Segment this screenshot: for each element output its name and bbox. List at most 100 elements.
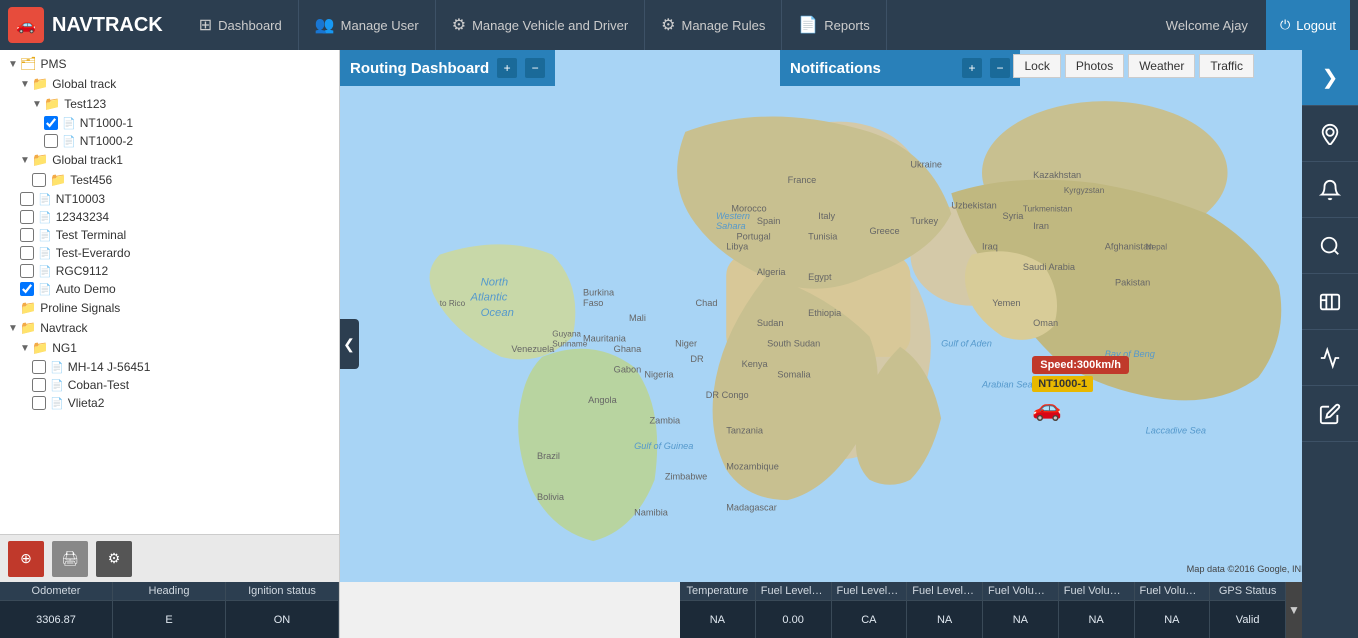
sidebar-btn-print[interactable]: 🖨 xyxy=(52,541,88,577)
rc-edit-button[interactable] xyxy=(1302,386,1358,442)
global-track1-arrow: ▼ xyxy=(20,155,32,166)
auto-demo-file-icon: 📄 xyxy=(38,283,52,296)
sidebar-item-vlieta2[interactable]: 📄 Vlieta2 xyxy=(0,394,339,412)
test456-folder-icon: 📁 xyxy=(50,172,66,188)
bs-fuelv3: Fuel Volume 3 (Lt NA xyxy=(1135,582,1211,638)
sidebar-item-test456[interactable]: 📁 Test456 xyxy=(0,170,339,190)
nav-dashboard[interactable]: ⊞ Dashboard xyxy=(183,0,299,50)
ng1-arrow: ▼ xyxy=(20,343,32,354)
test-everardo-checkbox[interactable] xyxy=(20,246,34,260)
sidebar-item-global-track[interactable]: ▼ 📁 Global track xyxy=(0,74,339,94)
traffic-button[interactable]: Traffic xyxy=(1199,54,1254,78)
routing-dashboard-plus[interactable]: + xyxy=(497,58,517,78)
svg-text:Niger: Niger xyxy=(675,339,697,349)
sidebar-item-test-terminal[interactable]: 📄 Test Terminal xyxy=(0,226,339,244)
sidebar-item-navtrack[interactable]: ▼ 📁 Navtrack xyxy=(0,318,339,338)
nt1000-2-label: NT1000-2 xyxy=(80,134,133,148)
nt1000-1-checkbox[interactable] xyxy=(44,116,58,130)
routing-dashboard-minus[interactable]: − xyxy=(525,58,545,78)
nt1000-1-file-icon: 📄 xyxy=(62,117,76,130)
sidebar-bottom-buttons: ⊕ 🖨 ⚙ xyxy=(0,534,339,582)
svg-text:Sudan: Sudan xyxy=(757,318,784,328)
svg-text:Brazil: Brazil xyxy=(537,451,560,461)
sidebar-item-test-everardo[interactable]: 📄 Test-Everardo xyxy=(0,244,339,262)
map-background: France Italy Greece Turkey Uzbekistan Ka… xyxy=(340,50,1358,582)
test123-folder-icon: 📁 xyxy=(44,96,60,112)
map-container[interactable]: France Italy Greece Turkey Uzbekistan Ka… xyxy=(340,50,1358,638)
nav-reports[interactable]: 📄 Reports xyxy=(782,0,886,50)
navtrack-folder-icon: 📁 xyxy=(20,320,36,336)
sidebar-item-nt1000-1[interactable]: 📄 NT1000-1 xyxy=(0,114,339,132)
sidebar-item-auto-demo[interactable]: 📄 Auto Demo xyxy=(0,280,339,298)
svg-text:Gabon: Gabon xyxy=(614,364,642,374)
12343234-checkbox[interactable] xyxy=(20,210,34,224)
bs-fuelv1-value: NA xyxy=(983,601,1058,638)
global-track1-folder-icon: 📁 xyxy=(32,152,48,168)
ss-ignition-header: Ignition status xyxy=(226,582,338,601)
bs-fuelv3-header: Fuel Volume 3 (Lt xyxy=(1135,582,1210,601)
sidebar-item-global-track1[interactable]: ▼ 📁 Global track1 xyxy=(0,150,339,170)
bs-fuel2: Fuel Level 2 (%) CA xyxy=(832,582,908,638)
sidebar-item-rgc9112[interactable]: 📄 RGC9112 xyxy=(0,262,339,280)
sidebar-btn-settings[interactable]: ⚙ xyxy=(96,541,132,577)
notifications-plus[interactable]: + xyxy=(962,58,982,78)
svg-text:South Sudan: South Sudan xyxy=(767,339,820,349)
sidebar-item-nt1000-2[interactable]: 📄 NT1000-2 xyxy=(0,132,339,150)
bs-scroll-btn[interactable]: ▼ xyxy=(1286,582,1302,638)
svg-text:Atlantic: Atlantic xyxy=(469,292,507,304)
test456-checkbox[interactable] xyxy=(32,173,46,187)
rc-chart-button[interactable] xyxy=(1302,330,1358,386)
sidebar-btn-red[interactable]: ⊕ xyxy=(8,541,44,577)
test-everardo-file-icon: 📄 xyxy=(38,247,52,260)
sidebar-item-mh14[interactable]: 📄 MH-14 J-56451 xyxy=(0,358,339,376)
navtrack-arrow: ▼ xyxy=(8,323,20,334)
svg-text:Morocco: Morocco xyxy=(731,204,766,214)
rc-search-button[interactable] xyxy=(1302,218,1358,274)
svg-text:Nepal: Nepal xyxy=(1146,243,1168,252)
test-terminal-checkbox[interactable] xyxy=(20,228,34,242)
bs-temperature-header: Temperature xyxy=(680,582,755,601)
bs-fuelv1: Fuel Volume 1 (Lt NA xyxy=(983,582,1059,638)
bs-fuelv1-header: Fuel Volume 1 (Lt xyxy=(983,582,1058,601)
lock-button[interactable]: Lock xyxy=(1013,54,1060,78)
nav-manage-vehicle[interactable]: ⚙ Manage Vehicle and Driver xyxy=(436,0,645,50)
logout-button[interactable]: ⏻ Logout xyxy=(1266,0,1350,50)
nt1000-2-checkbox[interactable] xyxy=(44,134,58,148)
sidebar-item-test123[interactable]: ▼ 📁 Test123 xyxy=(0,94,339,114)
weather-button[interactable]: Weather xyxy=(1128,54,1195,78)
svg-text:Map data ©2016 Google, INEG: Map data ©2016 Google, INEG xyxy=(1187,564,1315,574)
auto-demo-checkbox[interactable] xyxy=(20,282,34,296)
sidebar-item-proline[interactable]: 📁 Proline Signals xyxy=(0,298,339,318)
rc-bell-button[interactable] xyxy=(1302,162,1358,218)
photos-button[interactable]: Photos xyxy=(1065,54,1124,78)
nav-manage-user[interactable]: 👥 Manage User xyxy=(299,0,436,50)
nt10003-checkbox[interactable] xyxy=(20,192,34,206)
svg-text:Mali: Mali xyxy=(629,313,646,323)
sidebar-item-coban[interactable]: 📄 Coban-Test xyxy=(0,376,339,394)
rc-arrow-button[interactable]: ❯ xyxy=(1302,50,1358,106)
collapse-arrow[interactable]: ❮ xyxy=(340,319,359,369)
sidebar-item-12343234[interactable]: 📄 12343234 xyxy=(0,208,339,226)
svg-text:Ghana: Ghana xyxy=(614,344,642,354)
svg-text:Sahara: Sahara xyxy=(716,221,746,231)
svg-text:Algeria: Algeria xyxy=(757,267,786,277)
svg-text:Arabian Sea: Arabian Sea xyxy=(981,380,1033,390)
svg-text:Zimbabwe: Zimbabwe xyxy=(665,472,707,482)
notifications-minus[interactable]: − xyxy=(990,58,1010,78)
rgc9112-checkbox[interactable] xyxy=(20,264,34,278)
sidebar-item-nt10003[interactable]: 📄 NT10003 xyxy=(0,190,339,208)
rc-location-button[interactable] xyxy=(1302,106,1358,162)
test-terminal-file-icon: 📄 xyxy=(38,229,52,242)
svg-text:Yemen: Yemen xyxy=(992,298,1020,308)
nav-manage-rules[interactable]: ⚙ Manage Rules xyxy=(645,0,782,50)
vlieta2-checkbox[interactable] xyxy=(32,396,46,410)
rc-ruler-button[interactable] xyxy=(1302,274,1358,330)
app-logo: 🚗 NAVTRACK xyxy=(8,7,163,43)
sidebar-item-ng1[interactable]: ▼ 📁 NG1 xyxy=(0,338,339,358)
coban-checkbox[interactable] xyxy=(32,378,46,392)
sidebar-item-pms[interactable]: ▼ 🗂 PMS xyxy=(0,54,339,74)
sidebar: ▼ 🗂 PMS ▼ 📁 Global track ▼ 📁 Test123 📄 N… xyxy=(0,50,340,638)
mh14-checkbox[interactable] xyxy=(32,360,46,374)
bottom-status-bar: Temperature NA Fuel Level 1 (%) 0.00 Fue… xyxy=(680,582,1302,638)
bs-temperature: Temperature NA xyxy=(680,582,756,638)
